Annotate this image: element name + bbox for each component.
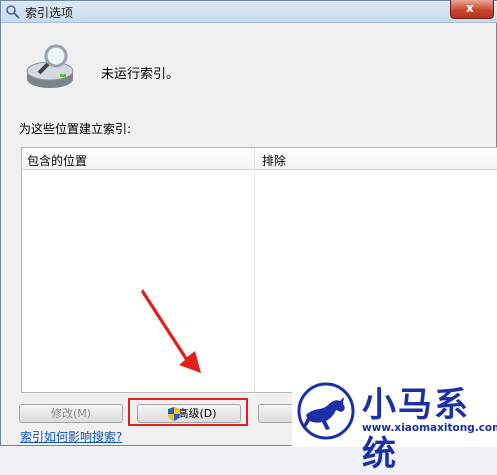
- modify-button[interactable]: 修改(M): [19, 404, 123, 423]
- title-bar[interactable]: 索引选项 x: [1, 0, 497, 23]
- close-icon: x: [466, 1, 474, 15]
- close-button[interactable]: x: [450, 0, 494, 19]
- window-title: 索引选项: [25, 6, 74, 20]
- indexing-options-window: 索引选项 x 未运行索引。 为这些位置建立索引: 包含的位置 排除 修改(M) …: [0, 0, 497, 474]
- column-header-included[interactable]: 包含的位置: [27, 152, 87, 169]
- indexed-locations-label: 为这些位置建立索引:: [19, 122, 132, 136]
- drive-search-icon: [26, 44, 74, 88]
- column-divider: [254, 148, 255, 393]
- index-status-text: 未运行索引。: [101, 67, 180, 82]
- indexed-locations-list[interactable]: 包含的位置 排除: [21, 147, 497, 393]
- watermark: 小马系统 www.xiaomaxitong.com: [292, 375, 497, 474]
- modify-button-label: 修改(M): [50, 407, 92, 420]
- indexing-options-icon: [6, 5, 20, 19]
- red-arrow-annotation: [141, 289, 201, 373]
- watermark-url: www.xiaomaxitong.com: [362, 422, 497, 434]
- column-header-excluded[interactable]: 排除: [262, 152, 286, 169]
- list-header: 包含的位置 排除: [22, 148, 497, 170]
- indexing-help-link[interactable]: 索引如何影响搜索?: [20, 428, 122, 445]
- advanced-button-highlight-box: [128, 398, 248, 426]
- horse-logo-icon: [297, 382, 355, 440]
